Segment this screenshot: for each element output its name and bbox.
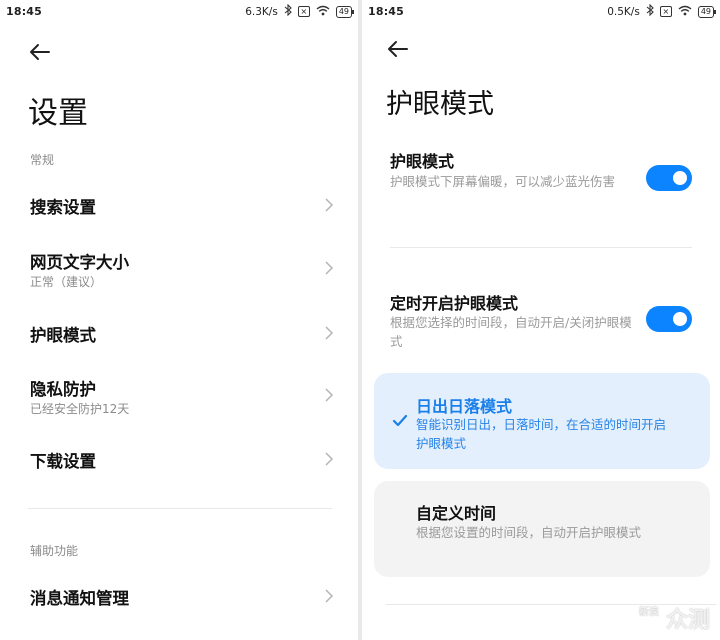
section-general-label: 常规 [30, 153, 55, 167]
scheduled-toggle[interactable] [646, 306, 692, 332]
bluetooth-icon [284, 3, 292, 19]
battery-icon: 49 [335, 5, 355, 18]
settings-screen: 18:45 6.3K/s × 49 设置 常规 搜索设置 网页文字大小 正常（建… [0, 0, 358, 640]
item-title: 护眼模式 [30, 326, 96, 345]
page-title: 设置 [28, 96, 88, 131]
option-sunrise-sunset[interactable]: 日出日落模式 智能识别日出，日落时间，在合适的时间开启护眼模式 [374, 373, 710, 469]
item-title: 搜索设置 [30, 198, 96, 217]
settings-item-search[interactable]: 搜索设置 [0, 182, 358, 228]
watermark-text: 众测 [665, 608, 710, 633]
divider [390, 247, 692, 248]
item-title: 隐私防护 [30, 380, 96, 399]
toggle-knob [673, 171, 687, 185]
setting-title: 定时开启护眼模式 [390, 294, 519, 313]
chevron-right-icon [325, 198, 334, 212]
page-title: 护眼模式 [386, 89, 494, 120]
wifi-icon [678, 5, 692, 19]
setting-description: 护眼模式下屏幕偏暖，可以减少蓝光伤害 [390, 174, 616, 189]
eye-mode-toggle[interactable] [646, 165, 692, 191]
eye-care-screen: 18:45 0.5K/s × 49 护眼模式 护眼模式 护眼模式下屏幕偏暖，可以… [362, 0, 720, 640]
chevron-right-icon [325, 261, 334, 275]
network-speed: 6.3K/s [245, 5, 278, 18]
status-time: 18:45 [368, 5, 405, 18]
toggle-knob [673, 312, 687, 326]
back-button[interactable] [386, 39, 414, 63]
settings-item-font-size[interactable]: 网页文字大小 正常（建议） [0, 240, 358, 298]
option-description: 智能识别日出，日落时间，在合适的时间开启护眼模式 [416, 417, 667, 451]
item-subtitle: 已经安全防护12天 [30, 402, 130, 416]
option-custom-time[interactable]: 自定义时间 根据您设置的时间段，自动开启护眼模式 [374, 481, 710, 577]
chevron-right-icon [325, 452, 334, 466]
back-arrow-icon [388, 41, 408, 57]
divider [28, 508, 332, 509]
item-title: 消息通知管理 [30, 589, 129, 608]
watermark-badge: 新浪 [637, 605, 660, 631]
bluetooth-icon [646, 3, 654, 19]
option-title: 日出日落模式 [416, 397, 513, 416]
no-sim-icon: × [297, 6, 310, 17]
status-time: 18:45 [6, 5, 43, 18]
setting-description: 根据您选择的时间段，自动开启/关闭护眼模式 [390, 315, 632, 349]
settings-item-privacy[interactable]: 隐私防护 已经安全防护12天 [0, 366, 358, 424]
chevron-right-icon [325, 388, 334, 402]
back-button[interactable] [28, 42, 56, 66]
check-icon [392, 414, 408, 427]
wifi-icon [316, 5, 330, 19]
option-description: 根据您设置的时间段，自动开启护眼模式 [416, 525, 642, 540]
option-title: 自定义时间 [416, 504, 497, 523]
back-arrow-icon [30, 44, 50, 60]
no-sim-icon: × [659, 6, 672, 17]
chevron-right-icon [325, 589, 334, 603]
settings-item-notifications[interactable]: 消息通知管理 [0, 573, 358, 619]
battery-icon: 49 [697, 5, 717, 18]
setting-title: 护眼模式 [390, 152, 455, 171]
section-accessibility-label: 辅助功能 [30, 544, 79, 558]
watermark: 新浪 众测 [637, 602, 710, 634]
settings-item-download[interactable]: 下载设置 [0, 436, 358, 482]
status-bar: 18:45 6.3K/s × 49 [0, 0, 358, 24]
item-title: 网页文字大小 [30, 253, 129, 272]
chevron-right-icon [325, 326, 334, 340]
settings-item-eye-care[interactable]: 护眼模式 [0, 310, 358, 356]
item-title: 下载设置 [30, 452, 96, 471]
network-speed: 0.5K/s [607, 5, 640, 18]
status-bar: 18:45 0.5K/s × 49 [362, 0, 720, 24]
item-subtitle: 正常（建议） [30, 275, 103, 289]
